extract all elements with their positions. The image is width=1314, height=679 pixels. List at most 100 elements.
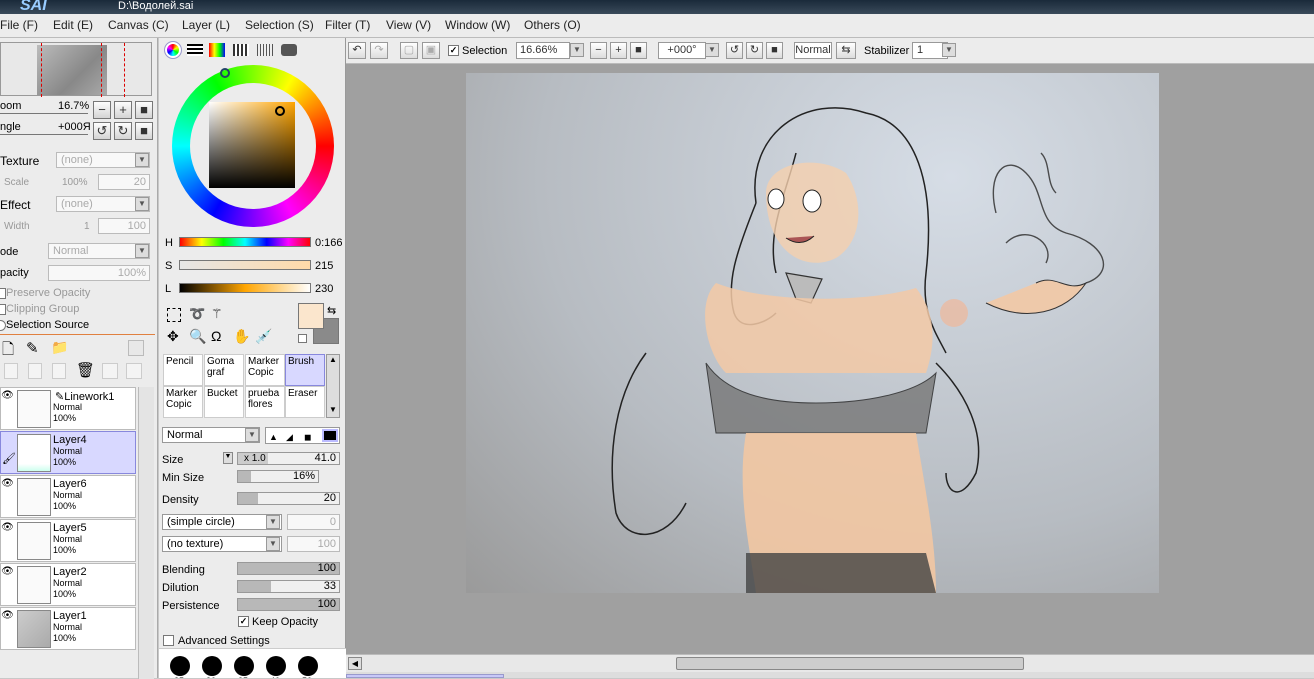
chevron-down-icon[interactable]: ▼ <box>942 43 956 57</box>
flip-button[interactable]: ⇆ <box>836 42 856 59</box>
menu-canvas[interactable]: Canvas (C) <box>108 18 169 32</box>
flatten-icon[interactable] <box>126 363 142 379</box>
rotate-right-button[interactable]: ↻ <box>746 42 763 59</box>
tool-goma-graf[interactable]: Goma graf <box>204 354 244 386</box>
transfer-down-icon[interactable] <box>4 363 18 379</box>
foreground-color-swatch[interactable] <box>298 303 324 329</box>
move-icon[interactable]: ✥ <box>167 328 179 345</box>
zoom-slider[interactable] <box>0 113 88 114</box>
deselect-button[interactable]: ▢ <box>400 42 418 59</box>
brush-preset-dot[interactable] <box>170 656 190 676</box>
swatches-tab-icon[interactable] <box>257 44 273 56</box>
layer-item[interactable]: 👁 Layer2 Normal 100% <box>0 563 136 606</box>
color-wheel-tab-icon[interactable] <box>164 41 182 59</box>
shape-soft-icon[interactable]: ▲ <box>269 432 278 442</box>
size-multiplier-dropdown[interactable]: ▼ <box>223 452 233 464</box>
menu-edit[interactable]: Edit (E) <box>53 18 93 32</box>
hand-icon[interactable]: ✋ <box>233 328 250 345</box>
artwork-canvas[interactable] <box>466 73 1159 593</box>
angle-slider[interactable] <box>0 134 88 135</box>
menu-window[interactable]: Window (W) <box>445 18 510 32</box>
tool-eraser[interactable]: Eraser <box>285 386 325 418</box>
rotate-left-button[interactable]: ↺ <box>726 42 743 59</box>
view-mode-select[interactable]: Normal <box>794 42 832 59</box>
keep-opacity-checkbox[interactable]: ✓ <box>238 616 249 627</box>
shape-medium-icon[interactable]: ◢ <box>286 432 293 443</box>
s-slider[interactable] <box>179 260 311 270</box>
layer-scrollbar[interactable] <box>138 387 154 679</box>
invert-selection-button[interactable]: ▣ <box>422 42 440 59</box>
zoom-out-button[interactable]: − <box>590 42 607 59</box>
eye-icon[interactable]: 👁 <box>1 478 14 490</box>
zoom-in-button[interactable]: + <box>610 42 627 59</box>
brush-shape-select[interactable]: (simple circle) <box>162 514 282 530</box>
l-slider[interactable] <box>179 283 311 293</box>
eye-icon[interactable] <box>1 434 14 446</box>
new-layer-icon[interactable]: 🗋 <box>2 339 14 364</box>
merge-down-icon[interactable] <box>28 363 42 379</box>
rotate-icon[interactable]: Ω <box>211 328 221 344</box>
scroll-left-icon[interactable]: ◀ <box>348 657 362 670</box>
layer-item-selected[interactable]: 🖌 Layer4 Normal 100% <box>0 431 136 474</box>
canvas-scrollbar[interactable]: ◀ <box>346 654 1314 672</box>
swap-colors-icon[interactable]: ⇆ <box>327 304 336 317</box>
size-bar[interactable]: x 1.0 41.0 <box>237 452 340 465</box>
new-linework-layer-icon[interactable]: ✎ <box>26 339 39 357</box>
chevron-down-icon[interactable]: ▼ <box>135 244 149 258</box>
tool-marker-copic-2[interactable]: Marker Copic <box>163 386 203 418</box>
brush-shape-strength[interactable]: 0 <box>287 514 340 530</box>
eye-icon[interactable]: 👁 <box>1 610 14 622</box>
menu-filter[interactable]: Filter (T) <box>325 18 370 32</box>
tool-scrollbar[interactable]: ▲ ▼ <box>326 354 340 418</box>
width-num[interactable]: 100 <box>98 218 150 234</box>
undo-button[interactable]: ↶ <box>348 42 366 59</box>
saturation-value-box[interactable] <box>209 102 295 188</box>
menu-selection[interactable]: Selection (S) <box>245 18 314 32</box>
rotate-right-button[interactable]: ↻ <box>114 122 132 140</box>
scale-num[interactable]: 20 <box>98 174 150 190</box>
hsv-slider-tab-icon[interactable] <box>209 43 225 57</box>
chevron-down-icon[interactable]: ▼ <box>266 537 280 551</box>
advanced-settings-checkbox[interactable] <box>163 635 174 646</box>
canvas-tab[interactable] <box>346 674 504 678</box>
menu-view[interactable]: View (V) <box>386 18 431 32</box>
rotate-reset-button[interactable]: ■ <box>766 42 783 59</box>
chevron-down-icon[interactable]: ▼ <box>570 43 584 57</box>
brush-texture-strength[interactable]: 100 <box>287 536 340 552</box>
clear-layer-icon[interactable] <box>52 363 66 379</box>
marquee-icon[interactable] <box>167 308 181 322</box>
selection-checkbox[interactable]: ✓ <box>448 45 459 56</box>
layer-item[interactable]: 👁 Layer5 Normal 100% <box>0 519 136 562</box>
color-mixer-tab-icon[interactable] <box>233 44 249 56</box>
chevron-down-icon[interactable]: ▼ <box>705 43 719 57</box>
new-folder-icon[interactable]: 📁 <box>51 339 68 356</box>
tool-bucket[interactable]: Bucket <box>204 386 244 418</box>
zoom-select[interactable]: 16.66% <box>516 42 570 59</box>
zoom-out-button[interactable]: − <box>93 101 111 119</box>
tool-pencil[interactable]: Pencil <box>163 354 203 386</box>
chevron-down-icon[interactable]: ▼ <box>135 153 149 167</box>
tool-marker-copic[interactable]: Marker Copic <box>245 354 285 386</box>
blending-bar[interactable]: 100 <box>237 562 340 575</box>
rotate-left-button[interactable]: ↺ <box>93 122 111 140</box>
lasso-icon[interactable]: ➰ <box>189 306 205 322</box>
navigator-thumbnail[interactable] <box>0 42 152 97</box>
zoom-reset-button[interactable]: ■ <box>630 42 647 59</box>
eyedropper-icon[interactable]: 💉 <box>255 328 272 345</box>
rotate-reset-button[interactable]: ■ <box>135 122 153 140</box>
redo-button[interactable]: ↷ <box>370 42 388 59</box>
min-size-bar[interactable]: 16% <box>237 470 319 483</box>
persistence-bar[interactable]: 100 <box>237 598 340 611</box>
magic-wand-icon[interactable]: ⚚ <box>211 306 223 322</box>
zoom-reset-button[interactable]: ■ <box>135 101 153 119</box>
brush-preset-dot[interactable] <box>298 656 318 676</box>
zoom-in-button[interactable]: + <box>114 101 132 119</box>
brush-preset-dot[interactable] <box>234 656 254 676</box>
brush-preset-dot[interactable] <box>266 656 286 676</box>
dilution-bar[interactable]: 33 <box>237 580 340 593</box>
h-slider[interactable] <box>179 237 311 247</box>
tool-brush[interactable]: Brush <box>285 354 325 386</box>
chevron-up-icon[interactable]: ▲ <box>327 355 339 367</box>
merge-visible-icon[interactable] <box>102 363 118 379</box>
shape-square-icon[interactable] <box>322 429 338 442</box>
